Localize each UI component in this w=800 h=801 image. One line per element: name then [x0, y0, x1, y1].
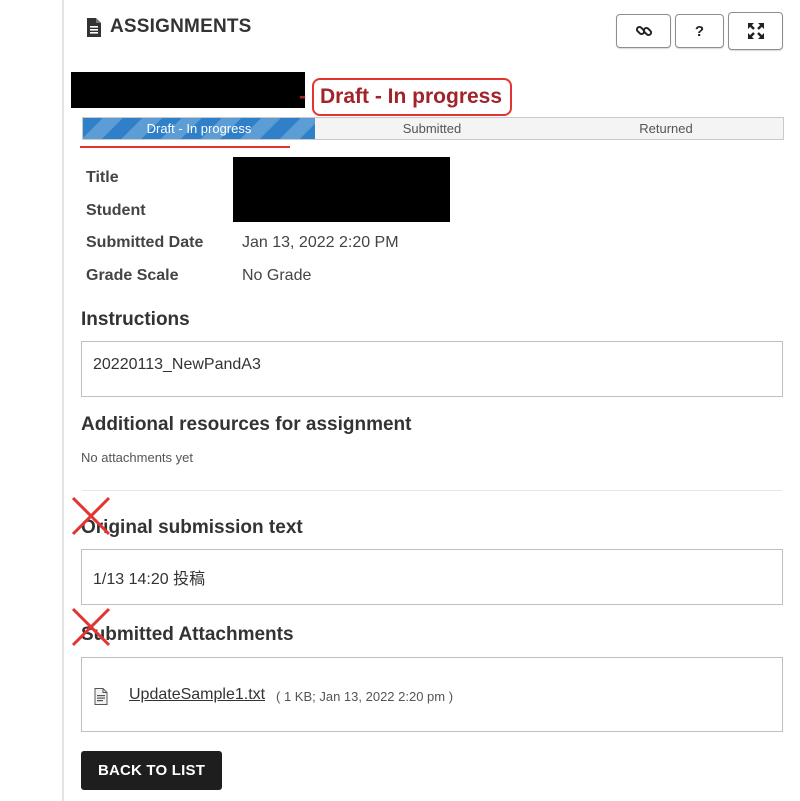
- help-label: ?: [694, 22, 705, 40]
- submission-text-box: 1/13 14:20 投稿: [81, 549, 783, 605]
- annotation-cross-icon: [71, 496, 111, 536]
- attachment-file-meta: ( 1 KB; Jan 13, 2022 2:20 pm ): [276, 689, 454, 704]
- title-label: Title: [86, 169, 119, 186]
- grade-scale-value: No Grade: [242, 267, 312, 284]
- attachments-box: UpdateSample1.txt ( 1 KB; Jan 13, 2022 2…: [81, 657, 783, 732]
- student-label: Student: [86, 202, 146, 219]
- section-divider: [82, 490, 782, 491]
- submission-text: 1/13 14:20 投稿: [93, 571, 206, 588]
- submitted-date-label: Submitted Date: [86, 234, 204, 251]
- no-attachments-text: No attachments yet: [81, 450, 193, 465]
- resources-heading: Additional resources for assignment: [81, 414, 412, 435]
- instructions-box: 20220113_NewPandA3: [81, 341, 783, 397]
- help-button[interactable]: ?: [675, 14, 724, 48]
- grade-scale-label: Grade Scale: [86, 267, 179, 284]
- status-dash: -: [299, 85, 306, 108]
- status-heading: - Draft - In progress: [299, 78, 513, 116]
- status-progress-bar: Draft - In progress Submitted Returned: [82, 117, 784, 140]
- progress-step-returned: Returned: [639, 121, 693, 136]
- submitted-date-value: Jan 13, 2022 2:20 PM: [242, 234, 399, 251]
- progress-step-submitted: Submitted: [402, 121, 462, 136]
- page-title-text: ASSIGNMENTS: [110, 16, 252, 37]
- progress-step-draft: Draft - In progress: [83, 118, 315, 139]
- submission-heading: Original submission text: [81, 517, 303, 538]
- instructions-heading: Instructions: [81, 309, 190, 330]
- attachments-heading: Submitted Attachments: [81, 624, 294, 645]
- panel-left-border: [62, 0, 64, 801]
- text-file-icon: [94, 688, 108, 705]
- status-label: Draft - In progress: [312, 78, 513, 116]
- expand-icon: [747, 23, 764, 39]
- attachment-file-link[interactable]: UpdateSample1.txt: [129, 686, 265, 704]
- link-icon: [635, 25, 652, 37]
- redacted-assignment-name: [71, 72, 305, 108]
- back-to-list-button[interactable]: BACK TO LIST: [81, 751, 222, 790]
- page-title: ASSIGNMENTS: [86, 16, 252, 38]
- document-icon: [87, 17, 101, 37]
- instructions-text: 20220113_NewPandA3: [93, 356, 261, 373]
- redacted-title-student: [233, 157, 450, 222]
- annotation-cross-icon: [71, 607, 111, 647]
- fullscreen-button[interactable]: [728, 12, 783, 50]
- link-button[interactable]: [616, 14, 671, 48]
- annotation-underline: [80, 146, 290, 148]
